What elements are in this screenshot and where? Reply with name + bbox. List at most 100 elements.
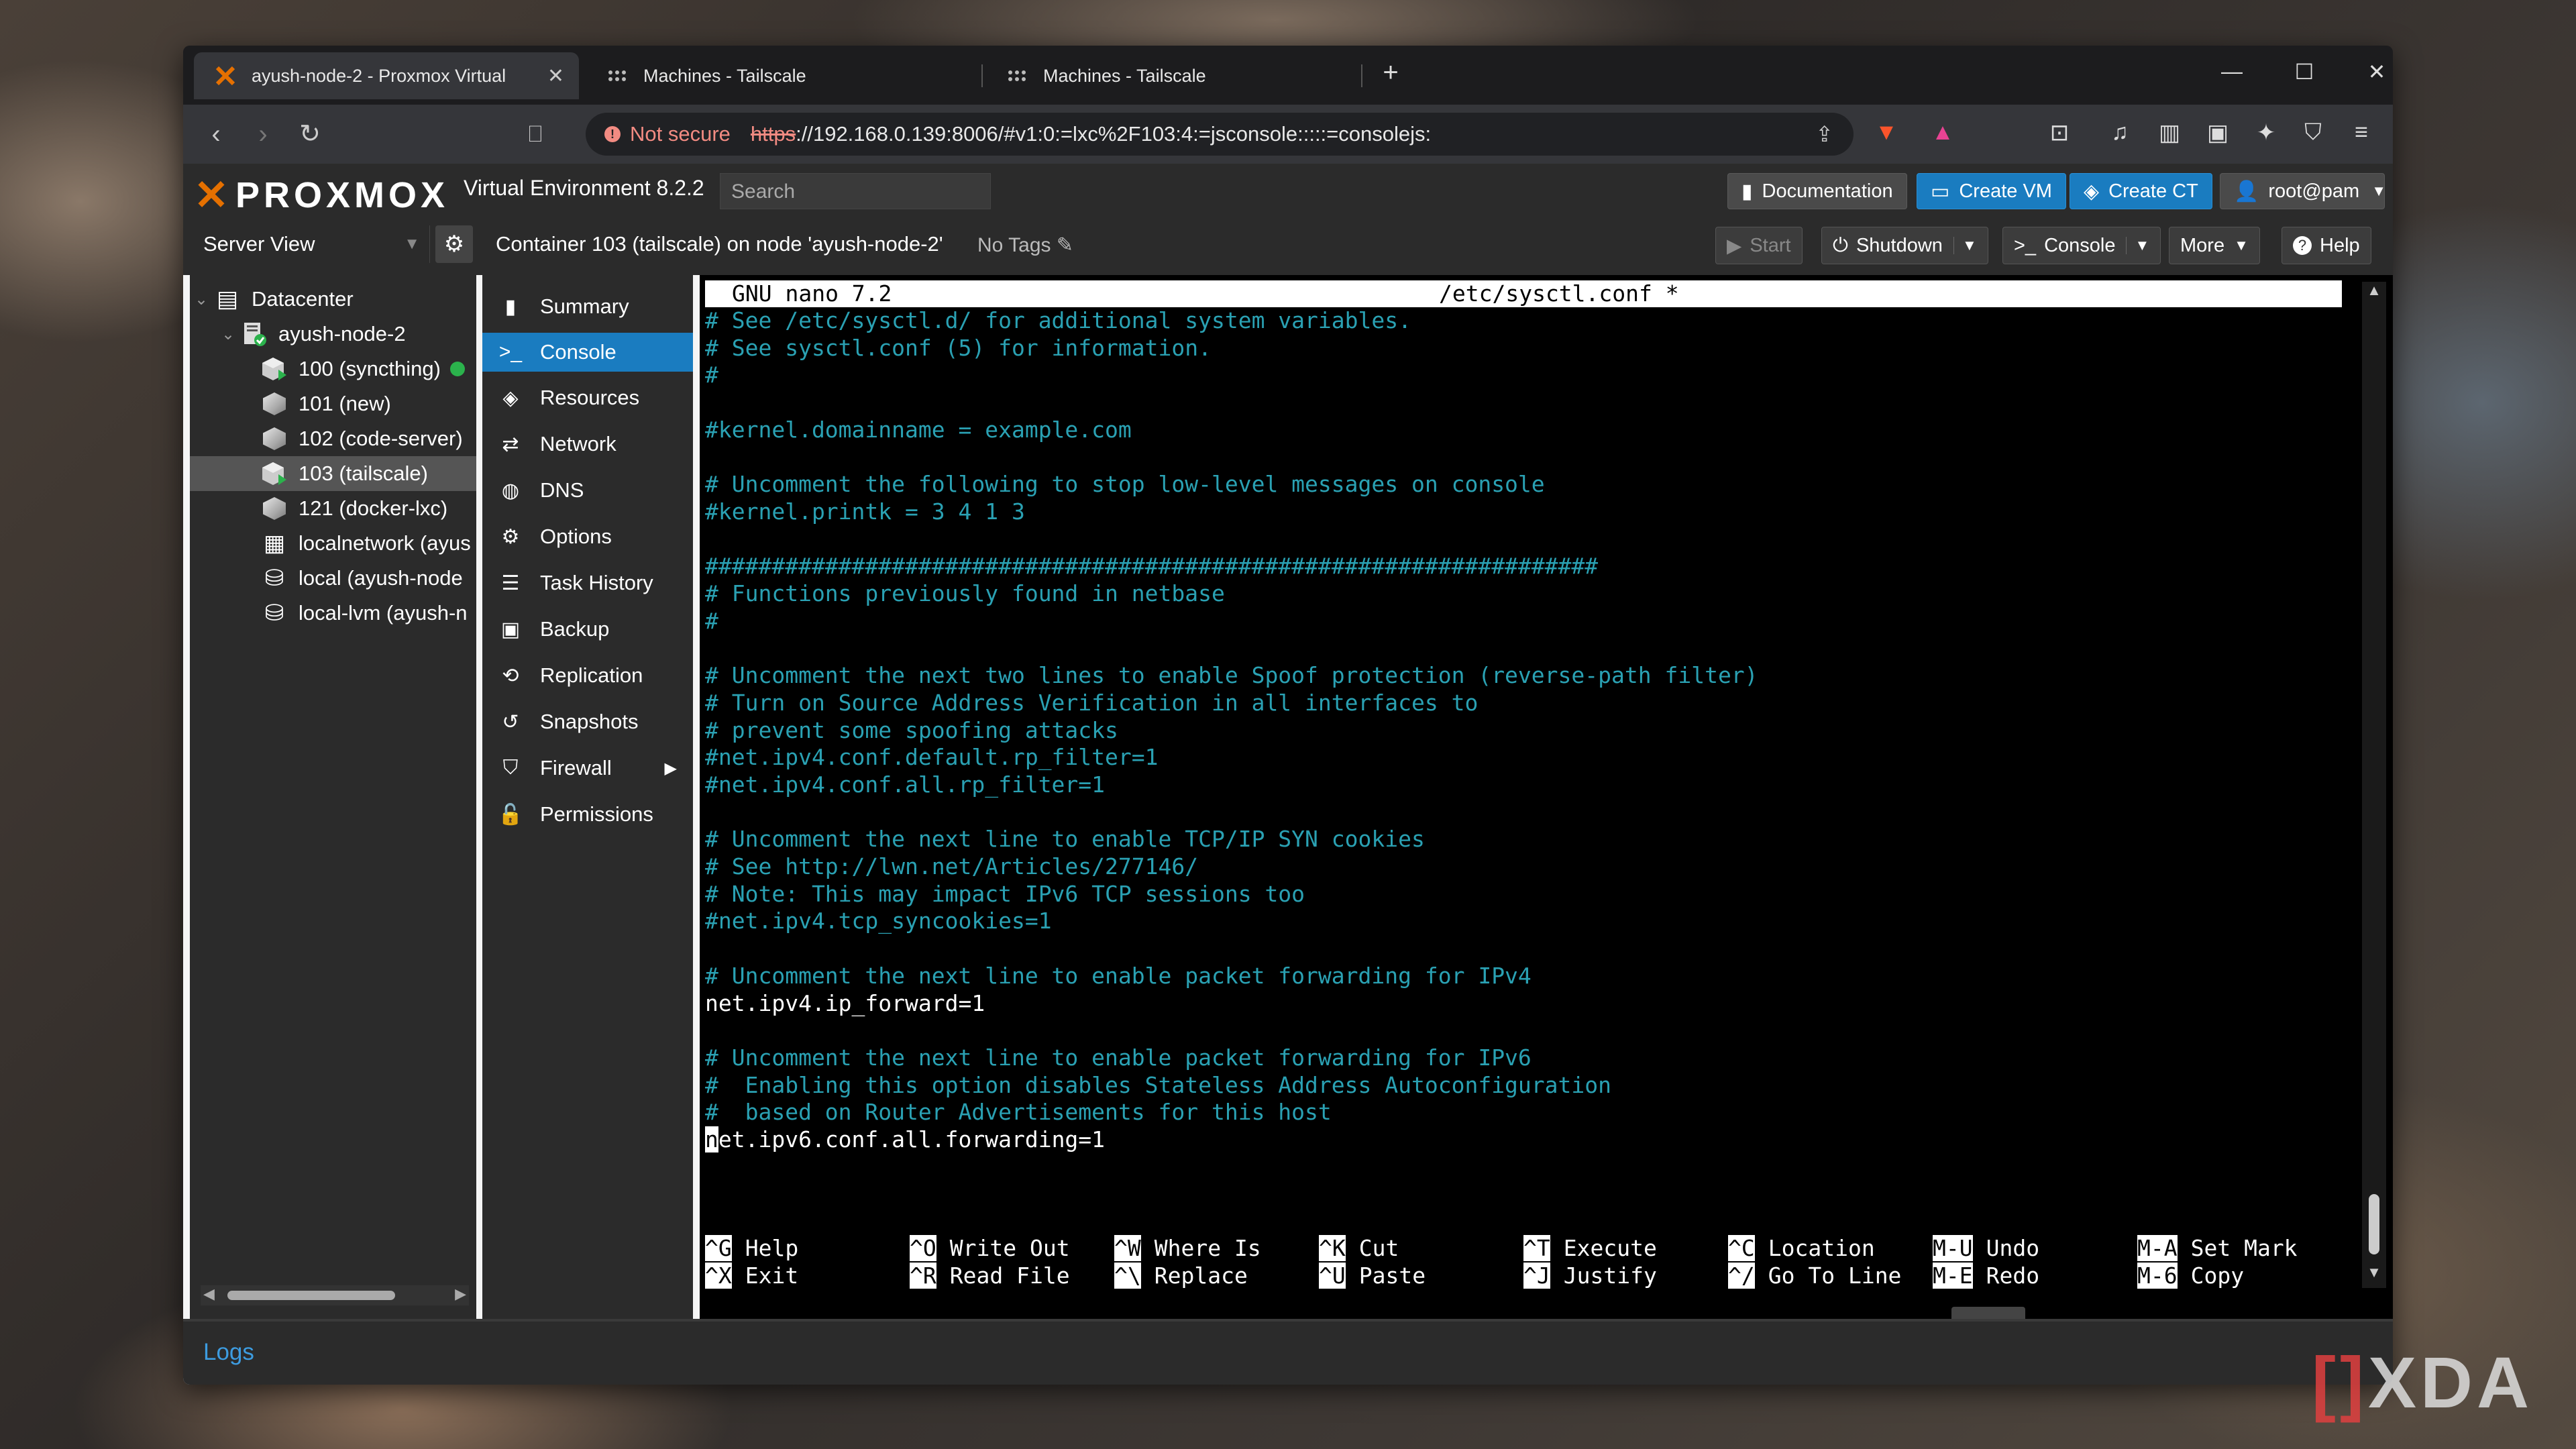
cube-icon: ◈: [2084, 180, 2100, 203]
shortcut-label: Execute: [1563, 1235, 1657, 1261]
back-icon[interactable]: ‹: [199, 118, 233, 150]
tree-ct-103[interactable]: 103 (tailscale): [190, 456, 476, 491]
console-panel[interactable]: GNU nano 7.2/etc/sysctl.conf * # See /et…: [700, 275, 2393, 1319]
menu-task-history[interactable]: ☰ Task History: [482, 564, 693, 602]
address-bar[interactable]: ! Not secure https://192.168.0.139:8006/#…: [586, 113, 1854, 156]
server-view-select[interactable]: Server View ▼: [194, 225, 430, 263]
menu-console[interactable]: >_ Console: [482, 333, 693, 372]
menu-replication[interactable]: ⟲ Replication: [482, 656, 693, 695]
shortcut-label: Go To Line: [1768, 1262, 1902, 1289]
wallet-icon[interactable]: ▣: [2201, 119, 2235, 146]
proxmox-logo: ✕ PROXMOX: [194, 172, 449, 219]
shortcut-key: M-6: [2137, 1262, 2178, 1289]
share-icon[interactable]: ⇪: [1815, 121, 1833, 147]
logs-panel[interactable]: Logs: [183, 1319, 2393, 1385]
screenshot-icon[interactable]: ⊡: [2043, 119, 2076, 146]
terminal[interactable]: GNU nano 7.2/etc/sysctl.conf * # See /et…: [705, 280, 2342, 1293]
question-icon: ?: [2293, 236, 2312, 255]
brave-shields-icon[interactable]: ▼: [1870, 119, 1903, 146]
url-text[interactable]: https://192.168.0.139:8006/#v1:0:=lxc%2F…: [751, 122, 1431, 146]
terminal-line: # Functions previously found in netbase: [705, 580, 1225, 608]
sidebar-icon[interactable]: ▥: [2153, 119, 2186, 146]
tree-local-lvm[interactable]: ⛁ local-lvm (ayush-n: [190, 596, 476, 631]
scroll-up-icon[interactable]: ▲: [2362, 282, 2386, 306]
browser-toolbar: ‹ › ↻ ⎕ ! Not secure https://192.168.0.13…: [183, 105, 2393, 164]
menu-dns[interactable]: ◍ DNS: [482, 471, 693, 510]
shutdown-button[interactable]: ⏻ Shutdown ▼: [1821, 227, 1988, 264]
tab-tailscale-1[interactable]: Machines - Tailscale: [586, 52, 975, 99]
user-menu-button[interactable]: 👤 root@pam ▼: [2220, 173, 2386, 209]
tree-ct-100[interactable]: 100 (syncthing): [190, 352, 476, 386]
chevron-down-icon[interactable]: ⌄: [217, 325, 239, 344]
book-icon: ▮: [504, 295, 517, 318]
leo-ai-icon[interactable]: ✦: [2249, 119, 2283, 146]
tab-strip: ayush-node-2 - Proxmox Virtual ✕ Machine…: [183, 46, 2393, 105]
terminal-line: #kernel.printk = 3 4 1 3: [705, 498, 1025, 526]
documentation-button[interactable]: ▮ Documentation: [1727, 173, 1907, 209]
vpn-icon[interactable]: ⛉: [2296, 119, 2330, 146]
menu-network[interactable]: ⇄ Network: [482, 425, 693, 464]
tree-scrollbar[interactable]: ◀ ▶: [201, 1285, 469, 1305]
menu-icon[interactable]: ≡: [2345, 119, 2378, 146]
line-text: #net.ipv4.tcp_syncookies=1: [705, 908, 1052, 934]
proxmox-subheader: Server View ▼ ⚙ Container 103 (tailscale)…: [183, 219, 2393, 275]
tree-node[interactable]: ⌄ ayush-node-2: [190, 317, 476, 352]
tab-proxmox[interactable]: ayush-node-2 - Proxmox Virtual ✕: [194, 52, 579, 99]
shortcut-label: Location: [1768, 1235, 1875, 1261]
menu-snapshots[interactable]: ↺ Snapshots: [482, 702, 693, 741]
scroll-down-icon[interactable]: ▼: [2362, 1264, 2386, 1288]
tree-datacenter[interactable]: ⌄ ▤ Datacenter: [190, 282, 476, 317]
menu-firewall[interactable]: ⛉ Firewall ▶: [482, 749, 693, 788]
shortcut-key: ^T: [1523, 1235, 1550, 1261]
forward-icon[interactable]: ›: [246, 118, 280, 150]
chevron-down-icon[interactable]: ⌄: [190, 290, 213, 309]
shortcut-key: ^R: [910, 1262, 936, 1289]
close-window-icon[interactable]: ✕: [2357, 59, 2393, 85]
not-secure-indicator[interactable]: ! Not secure: [604, 122, 731, 146]
chevron-down-icon[interactable]: ▼: [1953, 237, 1977, 254]
maximize-icon[interactable]: ☐: [2284, 59, 2324, 85]
line-text: # Turn on Source Address Verification in…: [705, 689, 1479, 716]
minimize-icon[interactable]: —: [2212, 59, 2252, 84]
brave-rewards-icon[interactable]: ▲: [1926, 119, 1960, 146]
terminal-line: #: [705, 362, 718, 389]
tab-tailscale-2[interactable]: Machines - Tailscale: [985, 52, 1375, 99]
tree-ct-102[interactable]: 102 (code-server): [190, 421, 476, 456]
more-button[interactable]: More ▼: [2169, 227, 2260, 264]
shortcut-label: Justify: [1563, 1262, 1657, 1289]
chevron-down-icon[interactable]: ▼: [2126, 237, 2149, 254]
search-input[interactable]: Search: [720, 173, 991, 209]
close-tab-icon[interactable]: ✕: [547, 64, 564, 88]
tree-ct-101[interactable]: 101 (new): [190, 386, 476, 421]
chevron-right-icon[interactable]: ▶: [665, 759, 677, 778]
shortcut-item: ^C Location: [1728, 1235, 1875, 1263]
terminal-line: net.ipv6.conf.all.forwarding=1: [705, 1126, 1105, 1154]
nano-title-bar: GNU nano 7.2/etc/sysctl.conf *: [705, 280, 2342, 307]
menu-options[interactable]: ⚙ Options: [482, 517, 693, 556]
no-tags-button[interactable]: No Tags ✎: [977, 233, 1073, 257]
create-ct-button[interactable]: ◈ Create CT: [2070, 173, 2212, 209]
tree-ct-121[interactable]: 121 (docker-lxc): [190, 491, 476, 526]
tab-separator: [981, 64, 983, 87]
console-scrollbar[interactable]: ▲ ▼: [2362, 282, 2386, 1288]
menu-backup[interactable]: ▣ Backup: [482, 610, 693, 649]
help-button[interactable]: ? Help: [2282, 227, 2371, 264]
menu-resources[interactable]: ◈ Resources: [482, 378, 693, 417]
monitor-icon: ▭: [1931, 180, 1950, 203]
console-button[interactable]: >_ Console ▼: [2002, 227, 2161, 264]
menu-permissions[interactable]: 🔓 Permissions: [482, 795, 693, 834]
music-icon[interactable]: ♫: [2103, 119, 2137, 146]
terminal-line: # prevent some spoofing attacks: [705, 717, 1118, 745]
new-tab-icon[interactable]: +: [1371, 58, 1411, 88]
logs-label[interactable]: Logs: [203, 1339, 254, 1366]
bookmark-icon[interactable]: ⎕: [519, 118, 552, 150]
panel-splitter[interactable]: [1951, 1307, 2025, 1319]
gear-icon[interactable]: ⚙: [435, 225, 473, 263]
create-vm-button[interactable]: ▭ Create VM: [1917, 173, 2066, 209]
tree-localnetwork[interactable]: ▦ localnetwork (ayus: [190, 526, 476, 561]
reload-icon[interactable]: ↻: [293, 118, 327, 150]
start-button[interactable]: ▶ Start: [1715, 227, 1803, 264]
tree-local-storage[interactable]: ⛁ local (ayush-node: [190, 561, 476, 596]
menu-summary[interactable]: ▮ Summary: [482, 287, 693, 326]
line-text: #kernel.printk = 3 4 1 3: [705, 498, 1025, 525]
